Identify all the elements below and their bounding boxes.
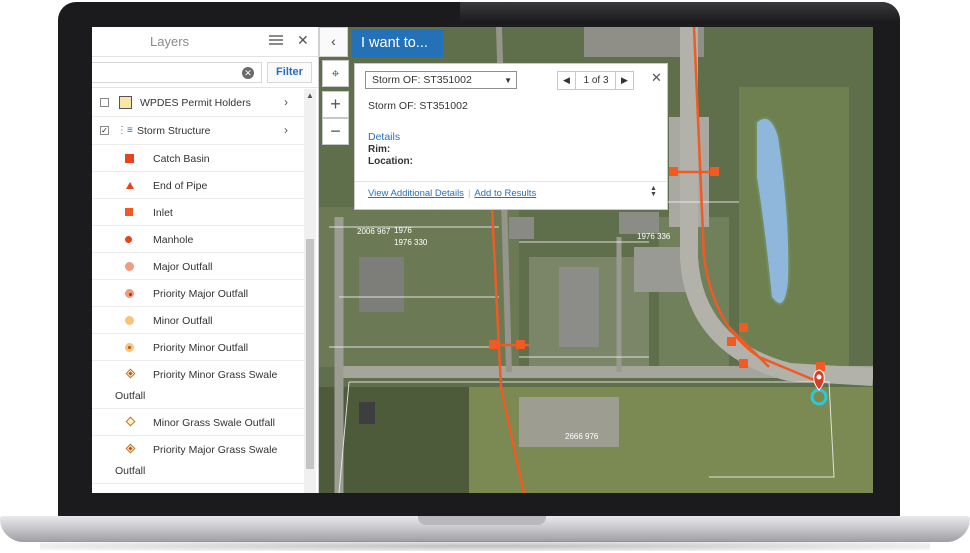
major-outfall-symbol-icon <box>125 262 134 271</box>
parcel-label: 1976 330 <box>394 238 428 247</box>
catch-basin-symbol-icon <box>125 154 134 163</box>
parcel-label: 2666 976 <box>565 432 599 441</box>
legend-item: Priority Minor Outfall <box>92 334 304 361</box>
manhole-symbol-icon <box>125 236 132 243</box>
legend-label: Minor Grass Swale Outfall <box>153 417 275 429</box>
zoom-out-button[interactable]: − <box>322 118 349 145</box>
close-icon[interactable]: ✕ <box>651 70 662 86</box>
map-view[interactable]: 1976 336 2666 976 1976 2006 967 1976 330… <box>319 27 873 493</box>
legend-item: End of Pipe <box>92 172 304 199</box>
layer-label: WPDES Permit Holders <box>140 97 251 109</box>
parcel-label: 2006 967 <box>357 227 391 236</box>
scroll-up-icon[interactable]: ▲ <box>306 91 314 100</box>
legend-item: Priority Major Grass Swale Outfall <box>92 436 304 484</box>
scrollbar-thumb[interactable] <box>306 239 314 469</box>
parcel-label: 1976 <box>394 226 412 235</box>
details-link[interactable]: Details <box>368 131 400 143</box>
laptop-shadow <box>40 541 930 551</box>
zoom-in-button[interactable]: + <box>322 91 349 118</box>
layer-list-scrollbar[interactable]: ▲ <box>304 89 316 493</box>
legend-item: Catch Basin <box>92 145 304 172</box>
inlet-symbol-icon <box>125 208 133 216</box>
location-field: Location: <box>368 156 413 167</box>
legend-label: Priority Minor Grass Swale <box>153 369 278 381</box>
filter-button[interactable]: Filter <box>267 62 312 83</box>
action-separator: | <box>467 188 471 199</box>
layer-checkbox[interactable] <box>100 98 109 107</box>
legend-label-continued: Outfall <box>115 390 146 402</box>
feature-select-value: Storm OF: ST351002 <box>372 74 472 86</box>
i-want-to-button[interactable]: I want to... <box>352 30 443 57</box>
add-to-results-link[interactable]: Add to Results <box>474 188 536 199</box>
popup-scroll-icon[interactable]: ▲ ▼ <box>650 185 657 198</box>
layer-search-input[interactable] <box>92 62 262 83</box>
end-of-pipe-symbol-icon <box>126 182 134 189</box>
priority-minor-outfall-symbol-icon <box>125 343 134 352</box>
legend-label: Catch Basin <box>153 153 210 165</box>
legend-item: Minor Grass Swale Outfall <box>92 409 304 436</box>
layer-search-row: ✕ Filter <box>92 57 318 88</box>
minor-grass-swale-symbol-icon <box>125 416 136 427</box>
collapse-panel-button[interactable]: ‹ <box>319 27 348 57</box>
priority-major-grass-swale-symbol-icon <box>125 443 136 454</box>
legend-label: Priority Major Grass Swale <box>153 444 278 456</box>
laptop-lid-gloss <box>460 2 900 22</box>
locate-icon[interactable]: ⌖ <box>322 60 349 87</box>
feature-pager: ◀ 1 of 3 ▶ <box>557 71 634 90</box>
legend-label: End of Pipe <box>153 180 208 192</box>
feature-popup: Storm OF: ST351002 ▼ ◀ 1 of 3 ▶ ✕ Storm … <box>354 63 668 210</box>
legend-item: Inlet <box>92 199 304 226</box>
legend-item: Priority Major Outfall <box>92 280 304 307</box>
layers-panel: Layers ✕ ✕ Filter WPDES Permit Holders ›… <box>92 27 319 493</box>
minor-outfall-symbol-icon <box>125 316 134 325</box>
layer-row-wpdes[interactable]: WPDES Permit Holders › <box>92 89 304 117</box>
list-menu-icon[interactable] <box>269 35 283 47</box>
legend-label-continued: Outfall <box>115 465 146 477</box>
chevron-right-icon[interactable]: › <box>284 95 288 109</box>
layer-legend-icon: ⋮≡ <box>117 125 133 136</box>
layers-title: Layers <box>150 34 190 49</box>
pager-count: 1 of 3 <box>583 75 609 86</box>
view-additional-details-link[interactable]: View Additional Details <box>368 188 464 199</box>
legend-item: Manhole <box>92 226 304 253</box>
legend-label: Priority Minor Outfall <box>153 342 249 354</box>
legend-item: Priority Minor Grass Swale Outfall <box>92 361 304 409</box>
legend-item: Major Outfall <box>92 253 304 280</box>
close-icon[interactable]: ✕ <box>297 32 309 49</box>
layers-header: Layers ✕ <box>92 27 318 57</box>
legend-label: Manhole <box>153 234 194 246</box>
legend-label: Major Outfall <box>153 261 213 273</box>
clear-search-icon[interactable]: ✕ <box>242 67 254 79</box>
layer-checkbox[interactable]: ✓ <box>100 126 109 135</box>
popup-actions: View Additional Details | Add to Results <box>368 188 536 199</box>
previous-icon[interactable]: ◀ <box>558 72 576 89</box>
dropdown-arrow-icon: ▼ <box>504 76 512 85</box>
layer-list: WPDES Permit Holders › ✓ ⋮≡ Storm Struct… <box>92 89 304 484</box>
laptop-notch <box>418 516 546 525</box>
legend-label: Priority Major Outfall <box>153 288 249 300</box>
screen: Layers ✕ ✕ Filter WPDES Permit Holders ›… <box>92 27 873 493</box>
priority-major-outfall-symbol-icon <box>125 289 134 298</box>
layer-label: Storm Structure <box>137 125 211 137</box>
parcel-label: 1976 336 <box>637 232 671 241</box>
legend-label: Minor Outfall <box>153 315 213 327</box>
wpdes-swatch-icon <box>119 96 132 109</box>
legend-label: Inlet <box>153 207 173 219</box>
popup-title: Storm OF: ST351002 <box>368 100 468 112</box>
layer-row-storm-structure[interactable]: ✓ ⋮≡ Storm Structure › <box>92 117 304 145</box>
chevron-right-icon[interactable]: › <box>284 123 288 137</box>
legend-item: Minor Outfall <box>92 307 304 334</box>
priority-minor-grass-swale-symbol-icon <box>125 368 136 379</box>
next-icon[interactable]: ▶ <box>615 72 633 89</box>
feature-select[interactable]: Storm OF: ST351002 ▼ <box>365 71 517 89</box>
popup-divider <box>355 181 667 182</box>
rim-field: Rim: <box>368 144 391 155</box>
